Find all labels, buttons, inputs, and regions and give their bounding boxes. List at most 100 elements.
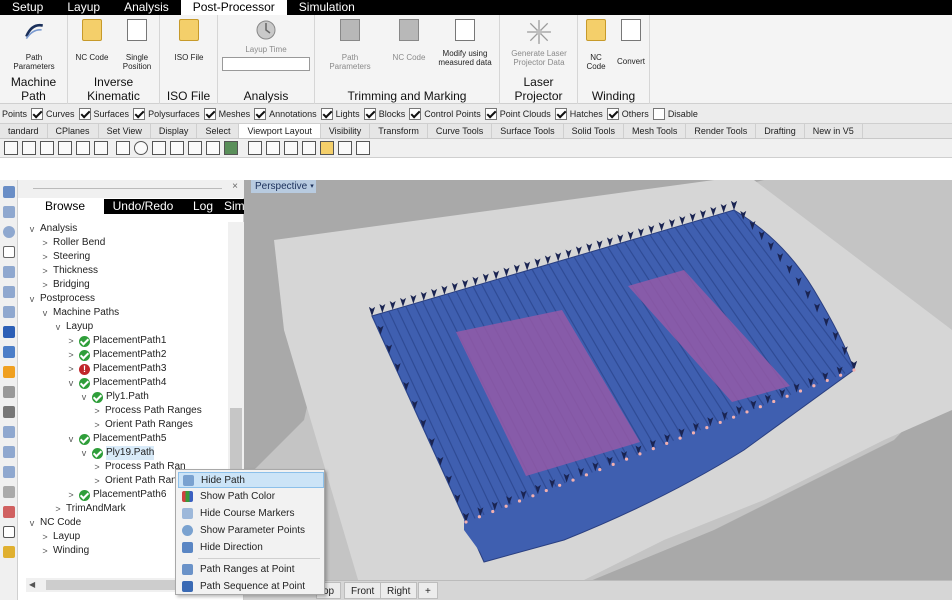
tree-node[interactable]: v NC Code: [27, 516, 81, 530]
expanded-chevron-icon[interactable]: v: [27, 516, 37, 530]
osnap-control-points[interactable]: Control Points: [409, 107, 481, 120]
convert-button[interactable]: Convert: [614, 19, 648, 66]
osnap-lights[interactable]: Lights: [320, 107, 360, 120]
collapsed-chevron-icon[interactable]: >: [40, 530, 50, 544]
osnap-hatches[interactable]: Hatches: [554, 107, 603, 120]
detail-icon[interactable]: [284, 141, 298, 155]
dimension-icon[interactable]: [3, 486, 15, 498]
expanded-chevron-icon[interactable]: v: [53, 320, 63, 334]
print-area-icon[interactable]: [302, 141, 316, 155]
collapsed-chevron-icon[interactable]: >: [92, 460, 102, 474]
tab-right-view[interactable]: Right: [380, 582, 418, 599]
rectangle-icon[interactable]: [3, 246, 15, 258]
layer-icon[interactable]: [338, 141, 352, 155]
collapsed-chevron-icon[interactable]: >: [40, 236, 50, 250]
scale-icon[interactable]: [3, 466, 15, 478]
grid-viewport-icon[interactable]: [116, 141, 130, 155]
osnap-checkbox[interactable]: [78, 107, 91, 120]
osnap-surfaces[interactable]: Surfaces: [78, 107, 129, 120]
point-icon[interactable]: [3, 186, 15, 198]
osnap-checkbox[interactable]: [554, 107, 567, 120]
tree-node[interactable]: > Winding: [40, 544, 89, 558]
collapsed-chevron-icon[interactable]: >: [40, 278, 50, 292]
three-viewports-icon[interactable]: [76, 141, 90, 155]
menu-item-hide-path[interactable]: Hide Path: [178, 472, 324, 488]
print-icon[interactable]: [356, 141, 370, 155]
new-page-icon[interactable]: [248, 141, 262, 155]
toolbar-tab-drafting[interactable]: Drafting: [756, 124, 805, 138]
tree-node[interactable]: > Steering: [40, 250, 90, 264]
toolbar-tab-transform[interactable]: Transform: [370, 124, 428, 138]
collapsed-chevron-icon[interactable]: >: [40, 264, 50, 278]
tab-browse[interactable]: Browse: [26, 199, 104, 214]
collapsed-chevron-icon[interactable]: >: [66, 488, 76, 502]
tab-analysis[interactable]: Analysis: [112, 0, 181, 15]
toolbar-tab-visibility[interactable]: Visibility: [321, 124, 371, 138]
osnap-checkbox[interactable]: [409, 107, 422, 120]
tree-node[interactable]: > PlacementPath2: [66, 348, 166, 362]
tree-node[interactable]: > Thickness: [40, 264, 98, 278]
tree-node[interactable]: > Orient Path Ranges: [92, 418, 192, 432]
tree-node[interactable]: > PlacementPath3: [66, 362, 166, 376]
osnap-curves[interactable]: Curves: [31, 107, 75, 120]
expanded-chevron-icon[interactable]: v: [66, 376, 76, 390]
toolbar-tab-tandard[interactable]: tandard: [0, 124, 48, 138]
osnap-checkbox[interactable]: [203, 107, 216, 120]
menu-item-path-sequence-at-point[interactable]: Path Sequence at Point: [178, 579, 324, 595]
circle-icon[interactable]: [3, 226, 15, 238]
layup-time-field[interactable]: [222, 57, 310, 71]
osnap-points[interactable]: Points: [2, 109, 27, 119]
viewport-title[interactable]: Perspective: [251, 180, 312, 193]
expanded-chevron-icon[interactable]: v: [40, 306, 50, 320]
camera-icon[interactable]: [206, 141, 220, 155]
layout-icon[interactable]: [170, 141, 184, 155]
menu-item-show-parameter-points[interactable]: Show Parameter Points: [178, 523, 324, 539]
tree-node[interactable]: > Orient Path Rang: [92, 474, 182, 488]
menu-item-show-path-color[interactable]: Show Path Color: [178, 489, 324, 505]
render-icon[interactable]: [3, 546, 15, 558]
panel-grip[interactable]: [33, 188, 222, 189]
iso-file-button[interactable]: ISO File: [170, 19, 208, 62]
collapsed-chevron-icon[interactable]: >: [92, 418, 102, 432]
split-vertical-icon[interactable]: [58, 141, 72, 155]
expanded-chevron-icon[interactable]: v: [79, 446, 89, 460]
tree-node[interactable]: v PlacementPath5: [66, 432, 166, 446]
tab-post-processor[interactable]: Post-Processor: [180, 0, 287, 15]
layup-time-button[interactable]: Layup Time: [236, 19, 296, 54]
toolbar-tab-new-in-v5[interactable]: New in V5: [805, 124, 863, 138]
tree-node[interactable]: v Layup: [53, 320, 94, 334]
toolbar-tab-solid-tools[interactable]: Solid Tools: [564, 124, 624, 138]
trim-nc-code-button[interactable]: NC Code: [391, 19, 427, 62]
osnap-checkbox[interactable]: [320, 107, 333, 120]
analyze-icon[interactable]: [3, 506, 15, 518]
tree-node[interactable]: v Analysis: [27, 222, 78, 236]
tab-log[interactable]: Log: [182, 199, 224, 214]
image-icon[interactable]: [224, 141, 238, 155]
collapsed-chevron-icon[interactable]: >: [40, 544, 50, 558]
sphere-icon[interactable]: [134, 141, 148, 155]
tree-node[interactable]: v Postprocess: [27, 292, 95, 306]
toolbar-tab-set-view[interactable]: Set View: [99, 124, 151, 138]
toolbar-tab-render-tools[interactable]: Render Tools: [686, 124, 757, 138]
collapsed-chevron-icon[interactable]: >: [92, 474, 102, 488]
pin-icon[interactable]: [188, 141, 202, 155]
close-icon[interactable]: ×: [232, 181, 238, 192]
rotate-icon[interactable]: [3, 446, 15, 458]
expanded-chevron-icon[interactable]: v: [27, 222, 37, 236]
tree-node[interactable]: v PlacementPath4: [66, 376, 166, 390]
maximize-viewport-icon[interactable]: [94, 141, 108, 155]
osnap-checkbox[interactable]: [31, 107, 44, 120]
toolbar-tab-mesh-tools[interactable]: Mesh Tools: [624, 124, 687, 138]
viewport-menu-arrow-icon[interactable]: ▾: [308, 180, 316, 193]
collapsed-chevron-icon[interactable]: >: [53, 502, 63, 516]
expanded-chevron-icon[interactable]: v: [66, 432, 76, 446]
path-parameters-button[interactable]: Path Parameters: [4, 19, 64, 71]
osnap-blocks[interactable]: Blocks: [363, 107, 405, 120]
winding-nc-code-button[interactable]: NC Code: [582, 19, 610, 71]
toolbar-tab-select[interactable]: Select: [197, 124, 240, 138]
page-layout-icon[interactable]: [266, 141, 280, 155]
add-view-tab-button[interactable]: +: [418, 582, 438, 599]
offset-icon[interactable]: [3, 306, 15, 318]
toolbar-tab-surface-tools[interactable]: Surface Tools: [492, 124, 564, 138]
tab-setup[interactable]: Setup: [0, 0, 55, 15]
